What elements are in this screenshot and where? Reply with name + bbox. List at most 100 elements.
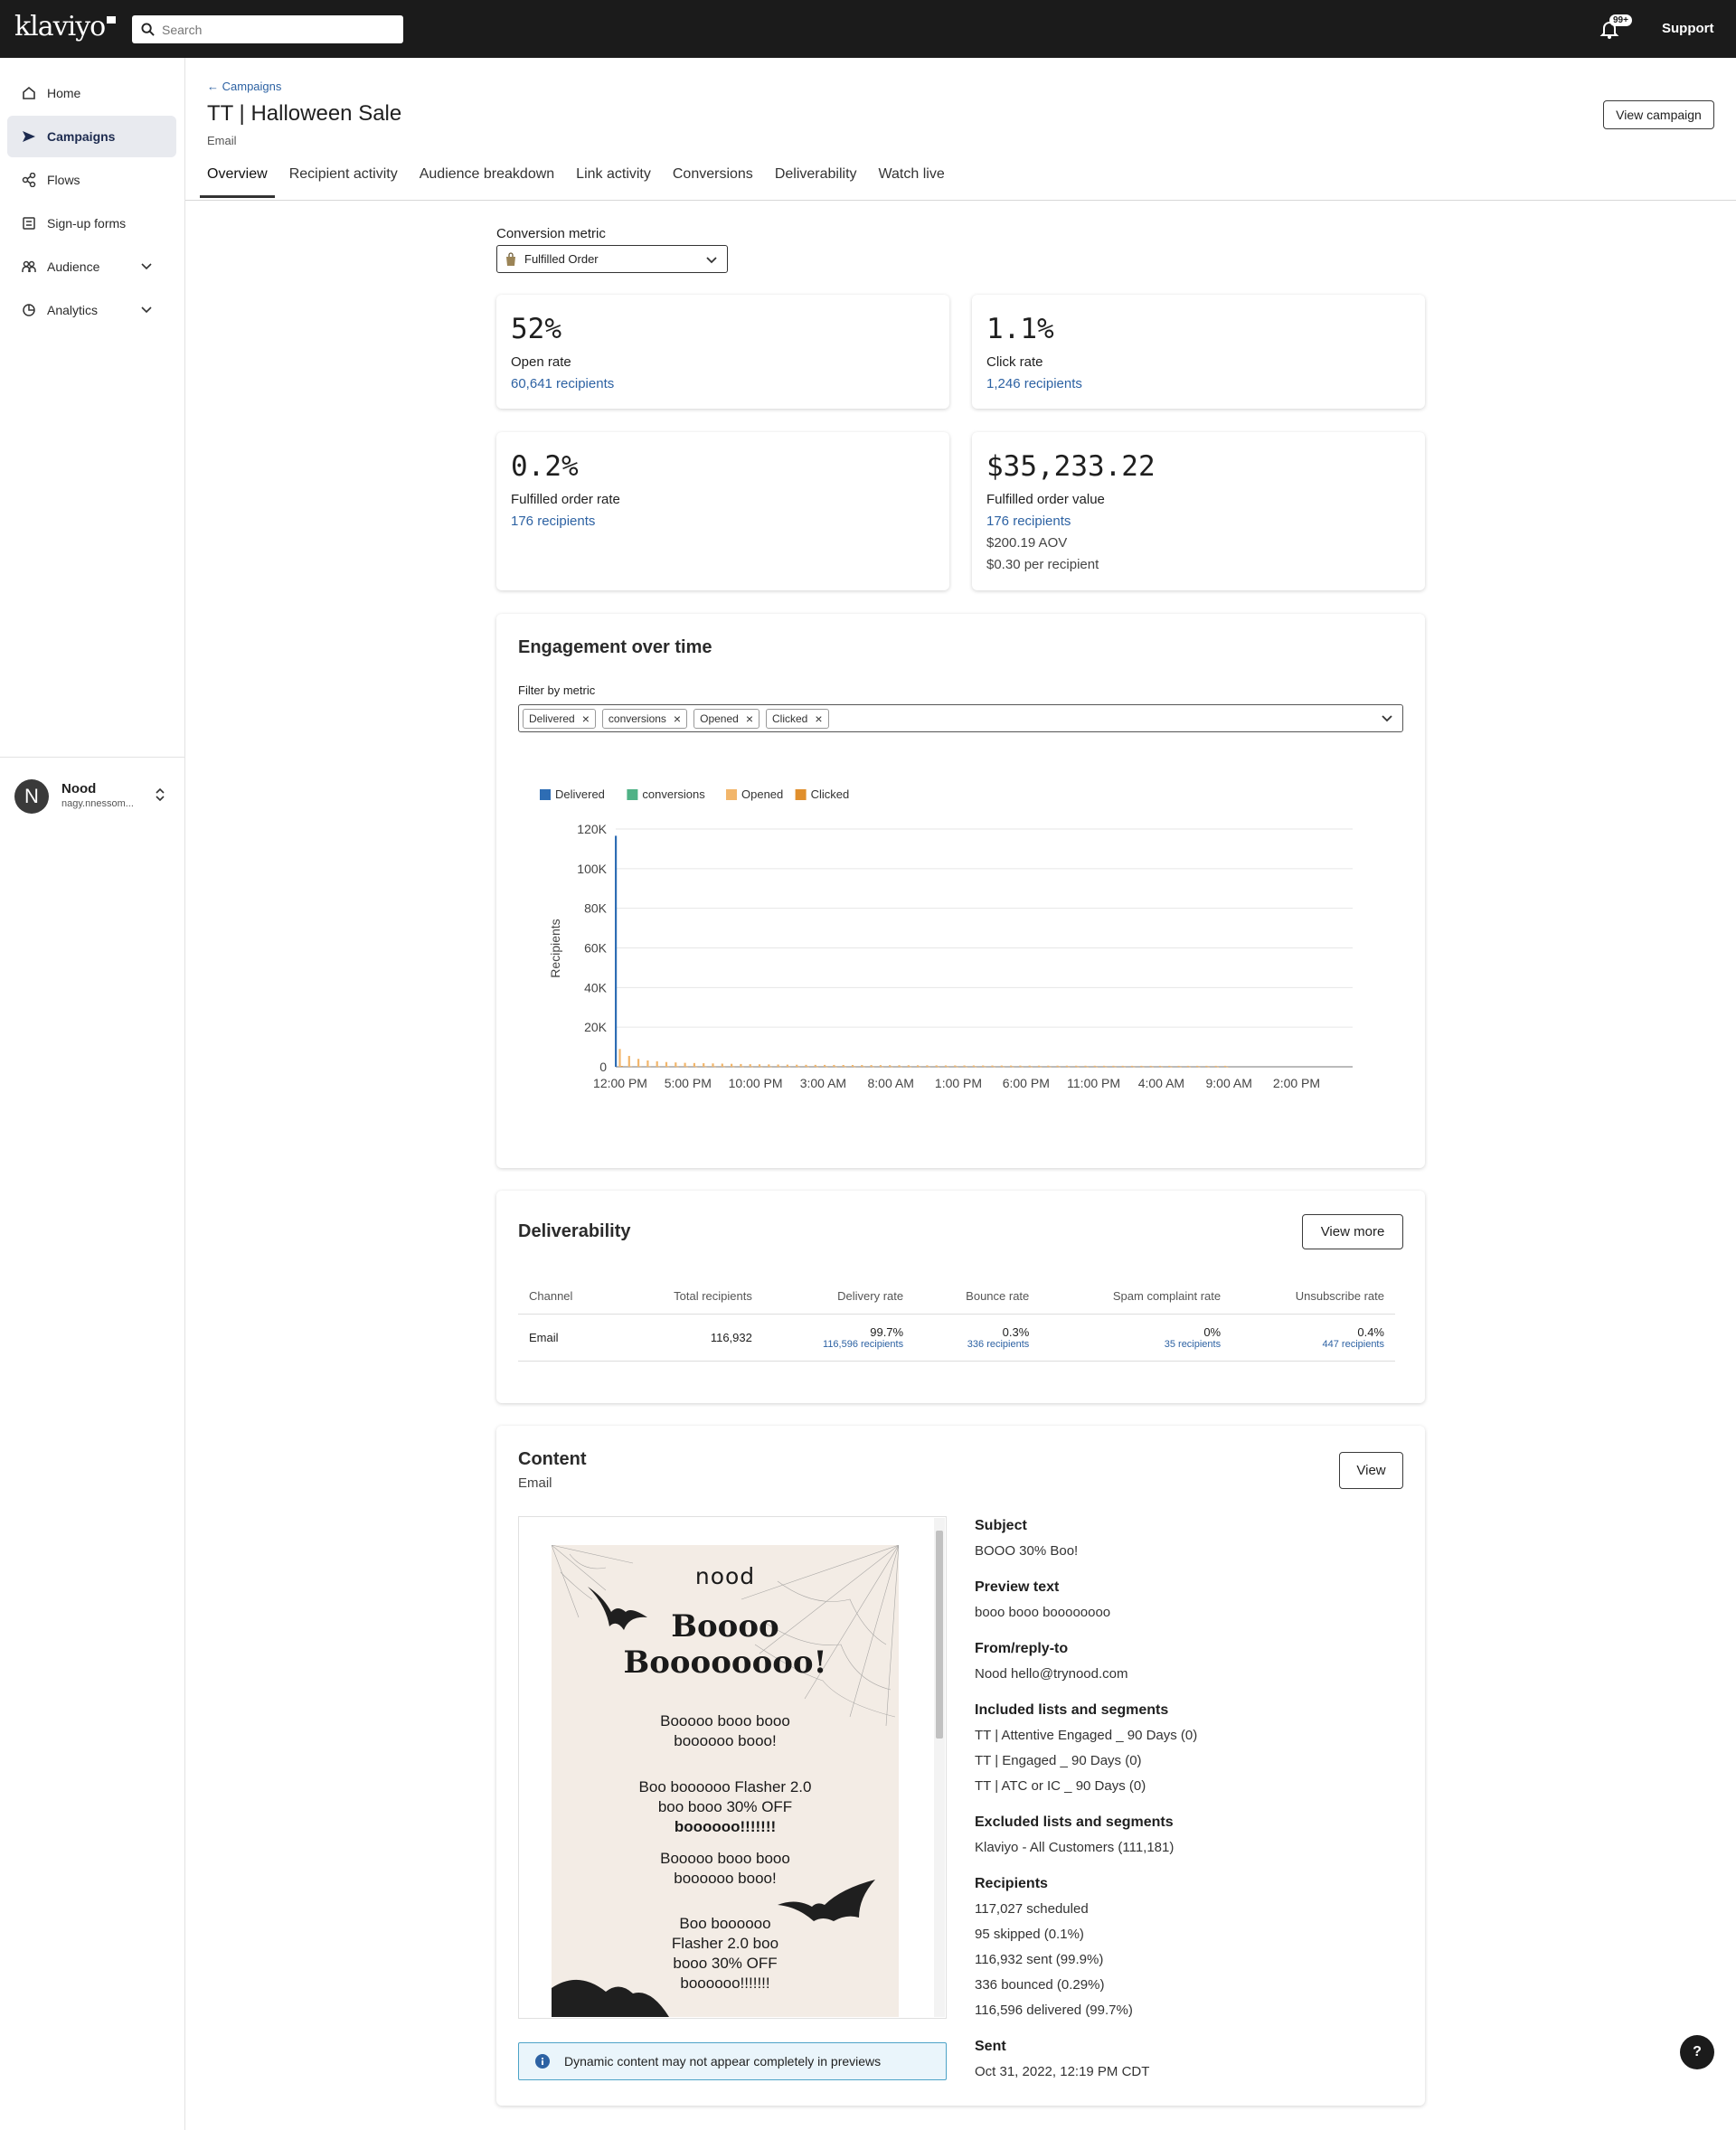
from-value: Nood hello@trynood.com	[975, 1666, 1128, 1682]
view-more-button[interactable]: View more	[1302, 1214, 1403, 1249]
conversion-metric-select[interactable]: Fulfilled Order	[496, 245, 728, 273]
chart-bar	[1140, 1065, 1143, 1067]
chart-bar	[824, 1064, 826, 1067]
metric-filter-select[interactable]: Delivered × conversions × Opened × Clicked ×	[518, 704, 1403, 732]
chart-bar	[768, 1064, 770, 1067]
bounce-recipients-link[interactable]: 336 recipients	[925, 1339, 1030, 1350]
x-tick-label: 1:00 PM	[935, 1076, 982, 1090]
close-icon[interactable]: ×	[746, 712, 753, 726]
chart-bar	[1216, 1066, 1219, 1068]
chart-bar	[648, 1066, 651, 1068]
legend-swatch	[726, 789, 737, 800]
preview-text: boo booo 30% OFF	[657, 1798, 793, 1815]
click-rate-value: 1.1%	[986, 313, 1054, 345]
tab-watch-live[interactable]: Watch live	[872, 157, 952, 198]
view-content-button[interactable]: View	[1339, 1452, 1403, 1489]
unsub-recipients-link[interactable]: 447 recipients	[1242, 1339, 1385, 1350]
chip-opened[interactable]: Opened ×	[693, 708, 760, 729]
chip-delivered[interactable]: Delivered ×	[523, 708, 596, 729]
tab-audience-breakdown[interactable]: Audience breakdown	[412, 157, 561, 198]
search-box[interactable]	[132, 15, 403, 43]
tab-overview[interactable]: Overview	[200, 157, 275, 198]
account-switcher[interactable]: N Nood nagy.nnessom...	[0, 757, 185, 829]
table-row: Email 116,932 99.7% 116,596 recipients 0.…	[518, 1314, 1395, 1362]
chart-bar	[926, 1065, 929, 1067]
chart-bar	[891, 1066, 893, 1068]
click-rate-link[interactable]: 1,246 recipients	[986, 376, 1082, 391]
chart-bar	[844, 1066, 846, 1068]
chart-bar	[1084, 1065, 1087, 1067]
info-icon	[535, 2054, 550, 2069]
order-value-link[interactable]: 176 recipients	[986, 514, 1071, 529]
chart-bar	[944, 1065, 948, 1067]
close-icon[interactable]: ×	[815, 712, 822, 726]
sidebar-item-label: Audience	[47, 259, 100, 274]
chevron-down-icon	[141, 306, 152, 314]
back-link[interactable]: ← Campaigns	[207, 80, 281, 93]
tab-conversions[interactable]: Conversions	[665, 157, 760, 198]
help-button[interactable]: ?	[1680, 2035, 1714, 2069]
order-rate-link[interactable]: 176 recipients	[511, 514, 595, 529]
chevron-down-icon	[706, 257, 717, 264]
email-preview: nood Boooo Boooooooo! Booooo booo booo b…	[552, 1545, 899, 2017]
scrollbar[interactable]	[934, 1518, 945, 2017]
sidebar-item-home[interactable]: Home	[7, 72, 176, 114]
sidebar-item-analytics[interactable]: Analytics	[7, 289, 176, 331]
included-list-item: TT | ATC or IC _ 90 Days (0)	[975, 1778, 1146, 1794]
chart-bar	[695, 1066, 698, 1068]
chart-bar	[854, 1066, 856, 1068]
chart-bar	[769, 1066, 772, 1068]
column-header: Delivery rate	[762, 1279, 915, 1315]
close-icon[interactable]: ×	[674, 712, 681, 726]
sidebar-item-campaigns[interactable]: Campaigns	[7, 116, 176, 157]
chart-bar	[982, 1065, 985, 1067]
sidebar-item-flows[interactable]: Flows	[7, 159, 176, 201]
chart-bar	[1040, 1066, 1043, 1068]
close-icon[interactable]: ×	[582, 712, 590, 726]
delivery-recipients-link[interactable]: 116,596 recipients	[774, 1339, 903, 1350]
recipients-item: 117,027 scheduled	[975, 1901, 1089, 1917]
recipients-heading: Recipients	[975, 1876, 1048, 1891]
chip-conversions[interactable]: conversions ×	[601, 708, 688, 729]
open-rate-link[interactable]: 60,641 recipients	[511, 376, 614, 391]
legend-label: Delivered	[555, 787, 605, 801]
support-link[interactable]: Support	[1662, 21, 1714, 36]
recipients-item: 116,932 sent (99.9%)	[975, 1952, 1104, 1967]
chart-bar	[1205, 1065, 1208, 1067]
y-tick-label: 80K	[584, 901, 608, 916]
page-title: TT | Halloween Sale	[207, 101, 402, 126]
chart-bar	[1093, 1065, 1096, 1067]
chart-bar	[872, 1066, 874, 1068]
chart-bar	[1077, 1066, 1080, 1068]
view-campaign-button[interactable]: View campaign	[1603, 100, 1714, 129]
flows-icon	[22, 173, 36, 187]
tab-link-activity[interactable]: Link activity	[569, 157, 658, 198]
chart-bar	[797, 1066, 800, 1068]
order-value-label: Fulfilled order value	[986, 492, 1105, 507]
chart-bar	[786, 1064, 788, 1067]
chart-bar	[1223, 1065, 1227, 1067]
sidebar-item-signup-forms[interactable]: Sign-up forms	[7, 203, 176, 244]
sidebar-item-label: Sign-up forms	[47, 216, 127, 231]
chart-bar	[889, 1065, 892, 1067]
column-header: Spam complaint rate	[1040, 1279, 1232, 1315]
chart-bar	[1103, 1065, 1106, 1067]
search-input[interactable]	[162, 22, 379, 37]
chart-bar	[1021, 1066, 1024, 1068]
tab-recipient-activity[interactable]: Recipient activity	[282, 157, 405, 198]
klaviyo-logo[interactable]: klaviyo	[14, 11, 117, 42]
chevron-down-icon	[141, 263, 152, 270]
chart-bar	[1196, 1065, 1199, 1067]
chart-bar	[1000, 1065, 1003, 1067]
chart-bar	[1170, 1066, 1173, 1068]
scrollbar-thumb[interactable]	[936, 1531, 943, 1739]
chip-clicked[interactable]: Clicked ×	[766, 708, 829, 729]
y-tick-label: 120K	[577, 822, 607, 836]
tab-deliverability[interactable]: Deliverability	[768, 157, 864, 198]
preview-text: boooooo booo!	[674, 1870, 777, 1887]
sidebar-item-audience[interactable]: Audience	[7, 246, 176, 287]
open-rate-label: Open rate	[511, 354, 571, 370]
chart-bar	[1123, 1066, 1126, 1068]
legend-label: Opened	[741, 787, 783, 801]
spam-recipients-link[interactable]: 35 recipients	[1051, 1339, 1221, 1350]
